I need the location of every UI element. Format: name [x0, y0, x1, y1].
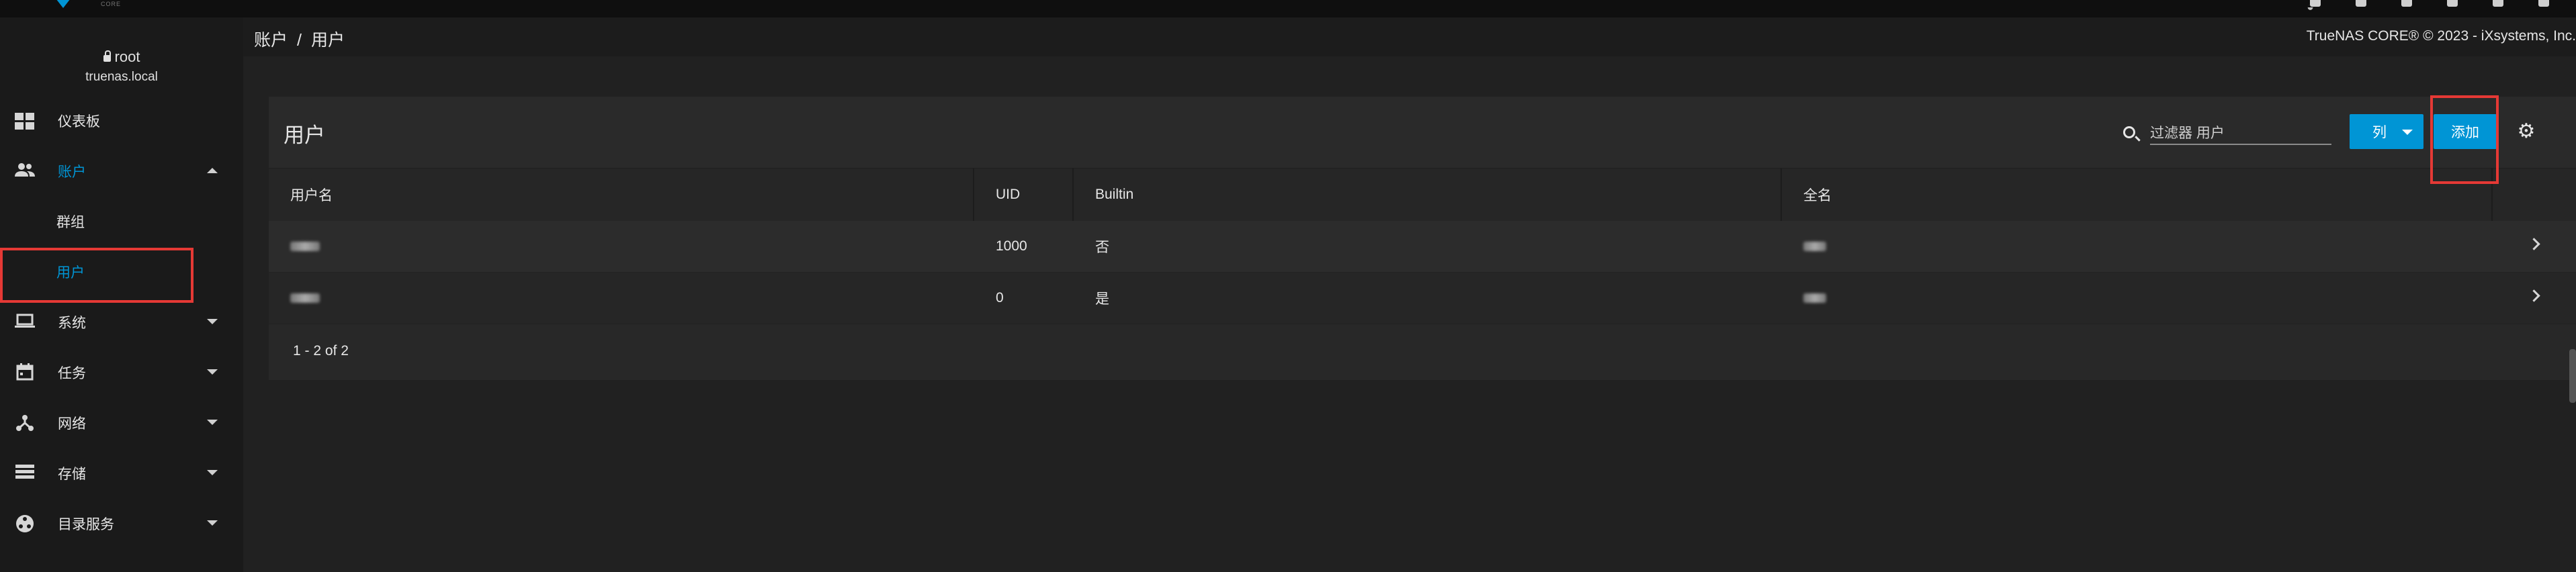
profile-user: root [0, 48, 243, 66]
sidebar-item-directory-services[interactable]: 目录服务 [0, 498, 243, 549]
redacted-text [1803, 242, 1826, 251]
cell-uid: 1000 [996, 238, 1027, 254]
cell-uid: 0 [996, 290, 1004, 305]
settings-menu-icon[interactable] [2493, 0, 2503, 7]
cell-username [269, 273, 320, 324]
gear-icon[interactable]: ⚙ [2517, 122, 2536, 142]
pagination: 1 - 2 of 2 [269, 324, 2576, 380]
sidebar-item-accounts[interactable]: 账户 [0, 146, 243, 196]
sidebar-item-label: 存储 [58, 466, 86, 482]
storage-icon [15, 464, 35, 483]
profile-hostname: truenas.local [85, 70, 158, 84]
search-icon [2123, 126, 2135, 138]
profile-username: root [114, 48, 140, 65]
lock-icon [103, 50, 111, 62]
column-header-username[interactable]: 用户名 [269, 169, 333, 221]
sidebar-item-label: 任务 [58, 365, 86, 381]
highlight-box-add-button [2430, 95, 2499, 184]
search-box [2123, 115, 2331, 148]
redacted-text [290, 242, 320, 251]
truecommand-icon[interactable] [2310, 0, 2321, 7]
table-row[interactable]: 0 是 [269, 273, 2576, 324]
top-bar-icons [2310, 0, 2549, 7]
sidebar-item-label: 账户 [58, 164, 86, 180]
laptop-icon [15, 313, 35, 332]
sidebar-item-network[interactable]: 网络 [0, 397, 243, 448]
chevron-right-icon[interactable] [2528, 289, 2540, 302]
redacted-text [290, 293, 320, 303]
chevron-down-icon [207, 520, 218, 526]
chevron-down-icon [207, 369, 218, 375]
search-input[interactable] [2150, 124, 2331, 145]
top-bar: CORE ◒ [0, 0, 2576, 17]
sidebar-item-label: 仪表板 [58, 113, 100, 130]
calendar-icon [15, 363, 35, 382]
cell-fullname [1782, 273, 1826, 324]
sidebar-item-label: 目录服务 [58, 516, 114, 532]
column-header-builtin[interactable]: Builtin [1074, 169, 1133, 221]
column-header-fullname[interactable]: 全名 [1782, 169, 1832, 221]
dropdown-arrow-icon [2402, 130, 2413, 135]
card-header: 用户 列 添加 ⚙ [269, 97, 2576, 168]
truenas-logo-icon [54, 0, 73, 8]
user-profile: root truenas.local [0, 17, 243, 95]
directory-services-icon [15, 514, 35, 533]
scrollbar[interactable] [2569, 349, 2576, 403]
people-icon [15, 162, 35, 181]
column-header-uid[interactable]: UID [974, 169, 1020, 221]
sidebar-item-tasks[interactable]: 任务 [0, 347, 243, 397]
card-title: 用户 [284, 124, 325, 147]
power-icon[interactable] [2538, 0, 2549, 7]
dashboard-icon [15, 111, 35, 130]
columns-button[interactable]: 列 [2350, 114, 2423, 149]
main-content: 账户 / 用户 TrueNAS CORE® © 2023 - iXsystems, … [243, 17, 2576, 572]
notifications-icon[interactable] [2447, 0, 2458, 7]
directory-icon[interactable] [2356, 0, 2366, 7]
chevron-up-icon [207, 168, 218, 173]
tasks-icon[interactable] [2401, 0, 2412, 7]
sidebar-item-groups[interactable]: 群组 [0, 196, 243, 246]
chevron-down-icon [207, 470, 218, 475]
table-row[interactable]: 1000 否 [269, 221, 2576, 273]
redacted-text [1803, 293, 1826, 303]
sidebar-item-label: 网络 [58, 416, 86, 432]
chevron-down-icon [207, 420, 218, 425]
users-card: 用户 列 添加 ⚙ 用户名 UID Builtin 全名 [269, 97, 2576, 403]
cell-builtin: 否 [1095, 240, 1109, 255]
cell-username [269, 221, 320, 272]
breadcrumb-separator: / [297, 31, 302, 50]
cell-builtin: 是 [1095, 291, 1109, 307]
breadcrumb-parent[interactable]: 账户 [254, 31, 288, 50]
sidebar-item-label: 群组 [56, 214, 85, 230]
sidebar-item-label: 系统 [58, 315, 86, 331]
highlight-box-users-nav [0, 248, 194, 303]
cell-fullname [1782, 221, 1826, 272]
breadcrumb: 账户 / 用户 [254, 27, 345, 51]
sidebar-item-storage[interactable]: 存储 [0, 448, 243, 498]
network-icon [15, 414, 35, 432]
edition-label: CORE [101, 1, 122, 7]
sidebar: root truenas.local 仪表板 账户 群组 用户 系统 任务 网络… [0, 17, 243, 572]
columns-button-label: 列 [2372, 125, 2387, 140]
sidebar-item-system[interactable]: 系统 [0, 297, 243, 347]
page-header: 账户 / 用户 TrueNAS CORE® © 2023 - iXsystems, … [243, 17, 2576, 56]
table-header: 用户名 UID Builtin 全名 [269, 168, 2576, 222]
chevron-right-icon[interactable] [2528, 238, 2540, 250]
sidebar-item-dashboard[interactable]: 仪表板 [0, 95, 243, 146]
copyright-notice[interactable]: TrueNAS CORE® © 2023 - iXsystems, Inc. [2307, 28, 2576, 44]
truenas-logo[interactable]: CORE [54, 0, 120, 9]
pagination-label: 1 - 2 of 2 [293, 343, 349, 359]
breadcrumb-current: 用户 [310, 31, 345, 50]
chevron-down-icon [207, 319, 218, 324]
